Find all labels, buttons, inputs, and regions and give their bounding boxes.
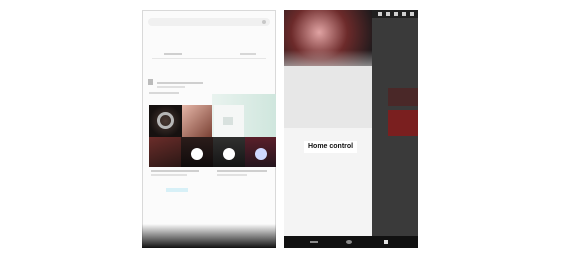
photo-fade — [284, 50, 372, 80]
navigation-bar — [284, 236, 418, 248]
card-subtitle-line — [151, 174, 187, 176]
section-icon — [148, 79, 153, 85]
media-tile[interactable] — [182, 105, 212, 137]
status-icon — [378, 12, 382, 16]
side-pane-thumb — [388, 110, 418, 136]
media-tile[interactable] — [214, 105, 244, 137]
section-title-line — [157, 82, 203, 84]
section-subtitle-line — [157, 86, 185, 88]
card-title-line — [217, 170, 267, 172]
recents-nav-icon[interactable] — [384, 240, 388, 244]
media-tile[interactable] — [245, 137, 276, 167]
thumbnail-icon — [223, 117, 233, 125]
highlight-chip — [166, 188, 188, 192]
ring-icon — [157, 112, 174, 129]
media-tile[interactable] — [213, 137, 245, 167]
status-icon — [410, 12, 414, 16]
section-caption — [149, 92, 179, 94]
filter-row[interactable] — [152, 50, 266, 59]
status-icon — [386, 12, 390, 16]
card-title-line — [151, 170, 199, 172]
back-nav-icon[interactable] — [310, 241, 318, 243]
play-icon[interactable] — [254, 147, 267, 160]
media-tile[interactable] — [149, 137, 181, 167]
overflow-icon[interactable] — [262, 20, 266, 24]
status-icon — [402, 12, 406, 16]
filter-label — [164, 53, 182, 55]
media-tile[interactable] — [149, 105, 182, 137]
bottom-shadow — [142, 224, 276, 248]
play-icon[interactable] — [223, 147, 235, 160]
home-nav-icon[interactable] — [346, 240, 352, 244]
card-subtitle-line — [217, 174, 247, 176]
home-control-label[interactable]: Home control — [304, 141, 358, 153]
play-icon[interactable] — [191, 147, 203, 160]
status-bar — [372, 10, 418, 18]
left-phone-screen — [142, 10, 276, 248]
top-search-bar[interactable] — [148, 18, 270, 26]
media-tile[interactable] — [181, 137, 213, 167]
status-icon — [394, 12, 398, 16]
side-pane — [372, 10, 418, 248]
filter-option[interactable] — [240, 53, 256, 55]
side-pane-thumb — [388, 88, 418, 106]
right-phone-screen: Home control — [284, 10, 418, 248]
section-header — [148, 77, 208, 88]
